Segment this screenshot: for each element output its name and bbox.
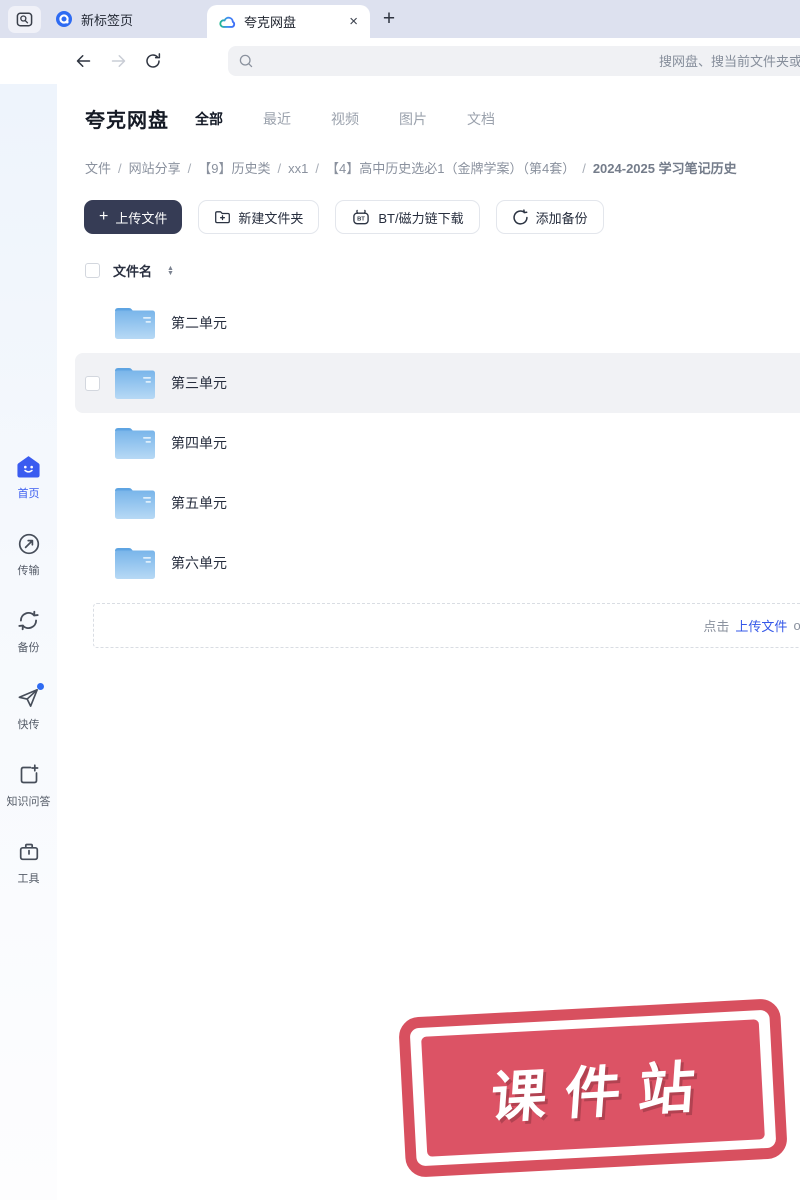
tools-icon — [19, 843, 38, 860]
folder-icon — [115, 488, 155, 519]
upload-hint-prefix: 点击 — [703, 619, 730, 634]
stamp-text: 课件站 — [488, 1054, 715, 1130]
sidebar-item-label: 首页 — [17, 488, 40, 500]
folder-row[interactable]: 第二单元 — [75, 293, 800, 353]
folder-row[interactable]: 第三单元 — [75, 353, 800, 413]
back-button[interactable] — [73, 51, 93, 71]
sidebar-item-home[interactable]: 首页 — [16, 453, 41, 501]
folder-name: 第二单元 — [171, 315, 227, 331]
sort-icon[interactable]: ▲ ▼ — [167, 265, 174, 277]
browser-toolbar — [0, 38, 800, 84]
tab-video[interactable]: 视频 — [331, 109, 359, 129]
svg-text:BT: BT — [358, 216, 366, 222]
sidebar-item-label: 备份 — [17, 642, 40, 654]
search-input[interactable] — [260, 53, 800, 69]
folder-name: 第三单元 — [171, 375, 227, 391]
forward-arrow-icon — [111, 55, 125, 67]
stamp-background: 课件站 — [421, 1019, 765, 1157]
sidebar-item-label: 快传 — [17, 719, 40, 731]
action-buttons: + 上传文件 新建文件夹 BT BT/磁力链下载 添加备份 — [84, 200, 800, 234]
breadcrumb-separator: / — [315, 161, 319, 176]
folder-name: 第五单元 — [171, 495, 227, 511]
breadcrumb-separator: / — [187, 161, 192, 176]
breadcrumb: 文件 / 网站分享 / 【9】历史类 / xx1 / 【4】高中历史选必1（金牌学案）（第4套）… — [85, 158, 800, 177]
upload-dropzone[interactable]: 点击 上传文件 or — [93, 603, 800, 648]
tab-doc[interactable]: 文档 — [467, 109, 495, 129]
sidebar-item-label: 知识问答 — [6, 796, 51, 808]
breadcrumb-item[interactable]: 文件 — [85, 161, 111, 176]
plus-icon: + — [99, 208, 109, 225]
transfer-icon — [18, 533, 39, 554]
quark-drive-cloud-icon — [219, 16, 236, 28]
home-icon — [17, 456, 40, 478]
bt-magnet-download-button[interactable]: BT BT/磁力链下载 — [335, 200, 480, 234]
sidebar-item-label: 传输 — [17, 565, 40, 577]
quark-browser-icon — [56, 11, 72, 27]
row-checkbox[interactable] — [85, 375, 100, 391]
search-icon — [239, 54, 253, 68]
breadcrumb-item[interactable]: xx1 — [288, 161, 308, 176]
folder-row[interactable]: 第五单元 — [75, 473, 800, 533]
notification-dot — [37, 683, 44, 690]
browser-tab-newtab[interactable]: 新标签页 — [56, 10, 206, 29]
breadcrumb-separator: / — [277, 161, 282, 176]
folder-row[interactable]: 第六单元 — [75, 533, 800, 593]
tab-close-icon[interactable]: × — [349, 14, 358, 29]
new-folder-icon — [215, 211, 231, 224]
window-search-icon — [16, 12, 33, 26]
filter-tabs: 全部 最近 视频 图片 文档 — [195, 109, 495, 129]
forward-button[interactable] — [108, 51, 128, 71]
file-list-header: 文件名 ▲ ▼ — [85, 261, 800, 280]
folder-icon — [115, 308, 155, 339]
breadcrumb-separator: / — [582, 161, 586, 176]
upload-hint-suffix: or — [793, 618, 800, 633]
breadcrumb-item[interactable]: 【9】历史类 — [198, 161, 270, 176]
sidebar-item-tools[interactable]: 工具 — [17, 838, 41, 886]
tab-label: 新标签页 — [81, 12, 134, 28]
refresh-icon — [146, 53, 161, 68]
folder-name: 第四单元 — [171, 435, 227, 451]
breadcrumb-separator: / — [118, 161, 122, 176]
watermark-stamp: 课件站 — [398, 998, 788, 1178]
folder-icon — [115, 548, 155, 579]
sidebar-item-backup[interactable]: 备份 — [16, 607, 41, 655]
sidebar-item-knowledge[interactable]: 知识问答 — [7, 761, 51, 809]
tab-label: 夸克网盘 — [244, 15, 297, 30]
tab-search-button[interactable] — [8, 5, 41, 33]
tab-recent[interactable]: 最近 — [263, 109, 291, 129]
sidebar-item-fast-transfer[interactable]: 快传 — [16, 683, 44, 732]
tab-image[interactable]: 图片 — [399, 109, 427, 129]
backup-icon — [18, 610, 39, 631]
refresh-button[interactable] — [143, 51, 163, 71]
folder-icon — [115, 428, 155, 459]
file-list: 第二单元 第三单元 第四单元 第五单元 第六单元 — [57, 293, 800, 593]
browser-tabbar: 新标签页 夸克网盘 × + — [0, 0, 800, 38]
knowledge-icon — [20, 763, 38, 783]
add-backup-button[interactable]: 添加备份 — [495, 200, 604, 234]
upload-file-button[interactable]: + 上传文件 — [84, 200, 183, 234]
sidebar: 首页 传输 备份 快传 知识问答 工具 — [0, 84, 57, 1200]
folder-row[interactable]: 第四单元 — [75, 413, 800, 473]
new-tab-button[interactable]: + — [377, 7, 401, 31]
column-filename: 文件名 — [113, 264, 153, 279]
breadcrumb-current: 2024-2025 学习笔记历史 — [592, 161, 737, 176]
select-all-checkbox[interactable] — [85, 263, 100, 278]
sidebar-item-label: 工具 — [17, 873, 40, 885]
add-backup-icon — [512, 208, 528, 225]
back-arrow-icon — [76, 55, 90, 67]
page-title: 夸克网盘 — [85, 110, 169, 132]
upload-file-link[interactable]: 上传文件 — [735, 616, 787, 635]
tab-all[interactable]: 全部 — [195, 109, 223, 129]
breadcrumb-item[interactable]: 【4】高中历史选必1（金牌学案）（第4套） — [326, 161, 575, 176]
bt-download-icon: BT — [353, 209, 370, 224]
breadcrumb-item[interactable]: 网站分享 — [129, 161, 181, 176]
sidebar-item-transfer[interactable]: 传输 — [17, 530, 41, 578]
folder-icon — [115, 368, 155, 399]
new-folder-button[interactable]: 新建文件夹 — [198, 200, 320, 234]
drive-search-bar[interactable] — [228, 46, 800, 76]
folder-name: 第六单元 — [171, 555, 227, 571]
browser-tab-quark-drive[interactable]: 夸克网盘 × — [207, 5, 370, 38]
